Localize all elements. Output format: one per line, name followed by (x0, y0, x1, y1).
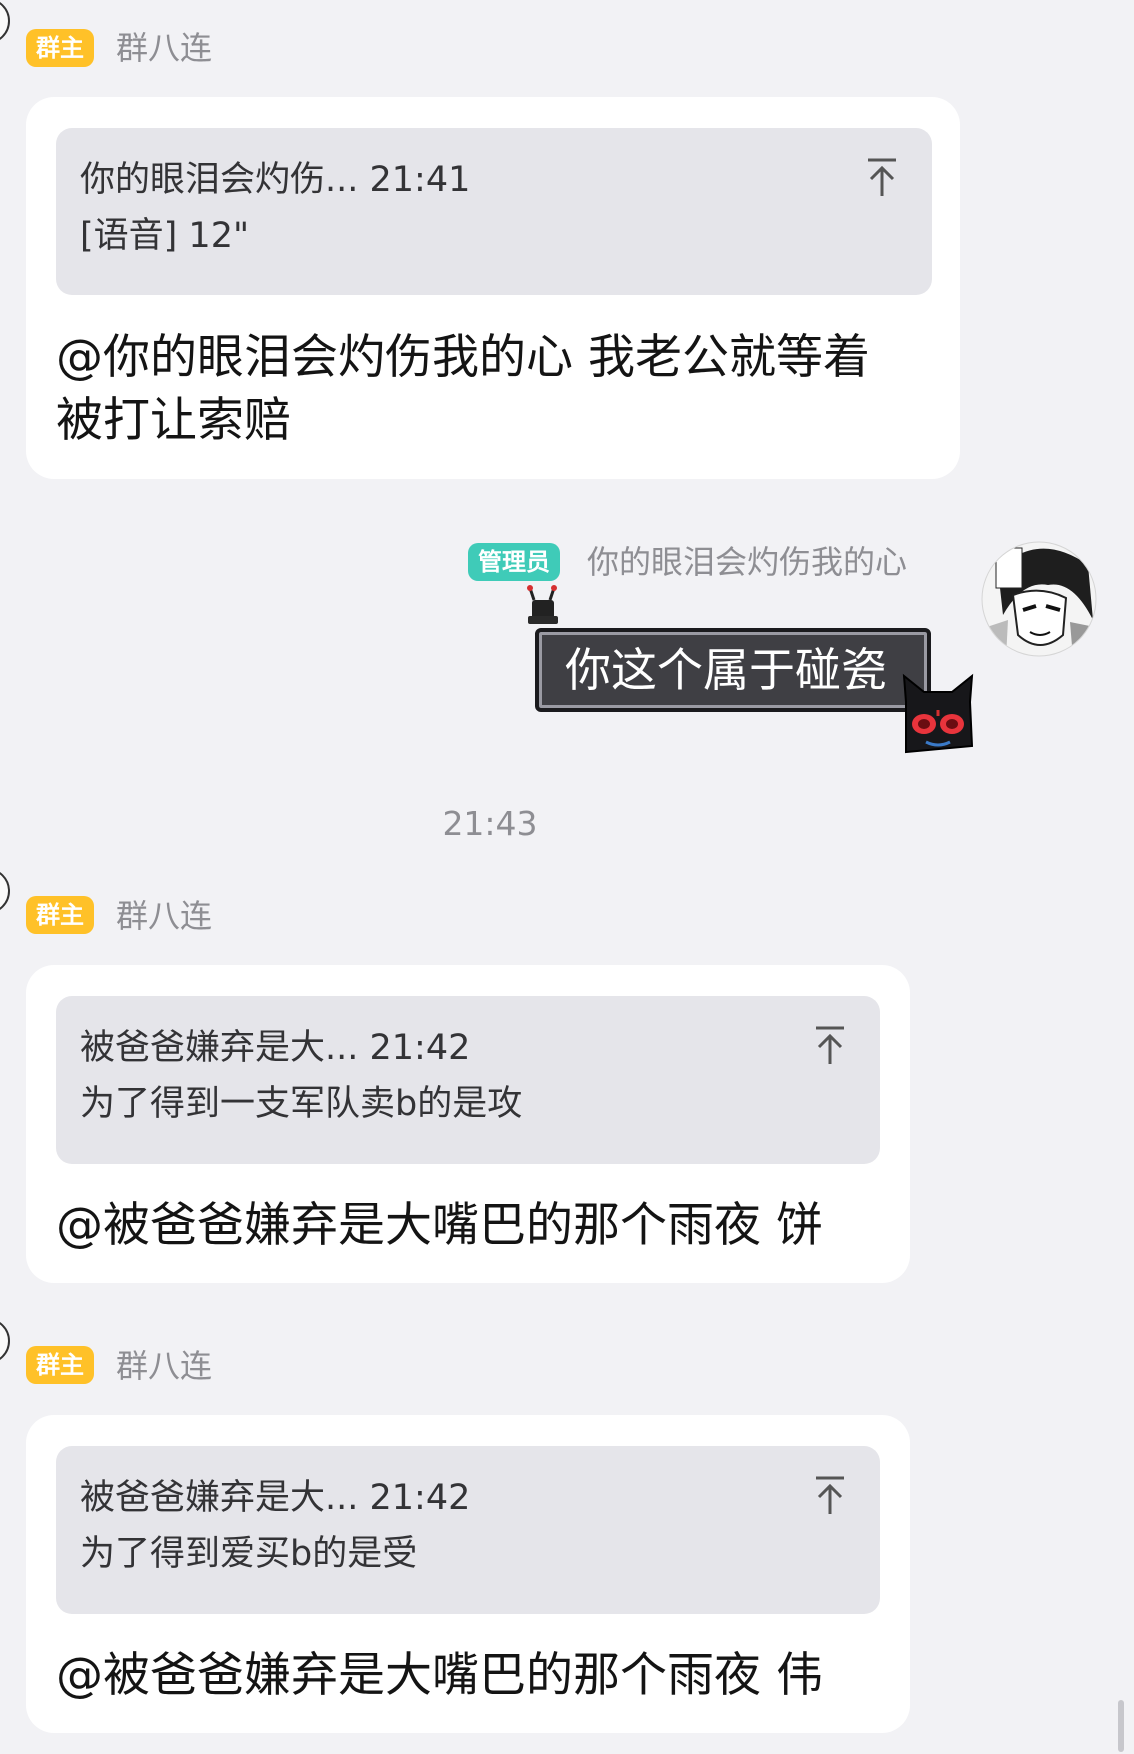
message-bubble[interactable]: 你这个属于碰瓷 (535, 628, 931, 712)
sender-name[interactable]: 你的眼泪会灼伤我的心 (587, 542, 907, 582)
jump-to-quote-icon[interactable] (810, 1474, 850, 1518)
message-text: @被爸爸嫌弃是大嘴巴的那个雨夜 伟 (56, 1648, 823, 1703)
sender-name[interactable]: 群八连 (116, 896, 212, 936)
timestamp-divider: 21:43 (442, 804, 538, 843)
sender-avatar[interactable] (0, 868, 10, 914)
cat-mask-decoration-icon (902, 673, 974, 754)
manga-character-avatar-icon[interactable] (978, 540, 1100, 658)
scrollbar[interactable] (1118, 1700, 1124, 1752)
sender-name[interactable]: 群八连 (116, 28, 212, 68)
owner-badge: 群主 (26, 1346, 94, 1384)
message-bubble[interactable]: 被爸爸嫌弃是大... 21:42 为了得到一支军队卖b的是攻 @被爸爸嫌弃是大嘴… (26, 965, 910, 1283)
jump-to-quote-icon[interactable] (862, 156, 902, 200)
quoted-message[interactable]: 被爸爸嫌弃是大... 21:42 为了得到爱买b的是受 (56, 1446, 880, 1614)
message-bubble[interactable]: 你的眼泪会灼伤... 21:41 [语音] 12" @你的眼泪会灼伤我的心 我老… (26, 97, 960, 479)
quote-header: 你的眼泪会灼伤... 21:41 (80, 160, 471, 200)
bubble-decoration-icon (527, 585, 558, 624)
quoted-message[interactable]: 你的眼泪会灼伤... 21:41 [语音] 12" (56, 128, 932, 295)
quote-header: 被爸爸嫌弃是大... 21:42 (80, 1028, 471, 1068)
message-text-line-1: @你的眼泪会灼伤我的心 我老公就等着 (56, 330, 870, 385)
message-text: @被爸爸嫌弃是大嘴巴的那个雨夜 饼 (56, 1198, 823, 1253)
quoted-message[interactable]: 被爸爸嫌弃是大... 21:42 为了得到一支军队卖b的是攻 (56, 996, 880, 1164)
quote-content: 为了得到爱买b的是受 (80, 1534, 418, 1574)
message-bubble[interactable]: 被爸爸嫌弃是大... 21:42 为了得到爱买b的是受 @被爸爸嫌弃是大嘴巴的那… (26, 1415, 910, 1733)
message-text: 你这个属于碰瓷 (565, 643, 887, 697)
quote-header: 被爸爸嫌弃是大... 21:42 (80, 1478, 471, 1518)
jump-to-quote-icon[interactable] (810, 1024, 850, 1068)
owner-badge: 群主 (26, 896, 94, 934)
sender-avatar[interactable] (0, 0, 10, 44)
quote-content: [语音] 12" (80, 216, 250, 256)
owner-badge: 群主 (26, 29, 94, 67)
quote-content: 为了得到一支军队卖b的是攻 (80, 1084, 523, 1124)
admin-badge: 管理员 (468, 543, 560, 581)
message-text-line-2: 被打让索赔 (56, 393, 291, 448)
sender-avatar[interactable] (0, 1318, 10, 1364)
sender-name[interactable]: 群八连 (116, 1346, 212, 1386)
